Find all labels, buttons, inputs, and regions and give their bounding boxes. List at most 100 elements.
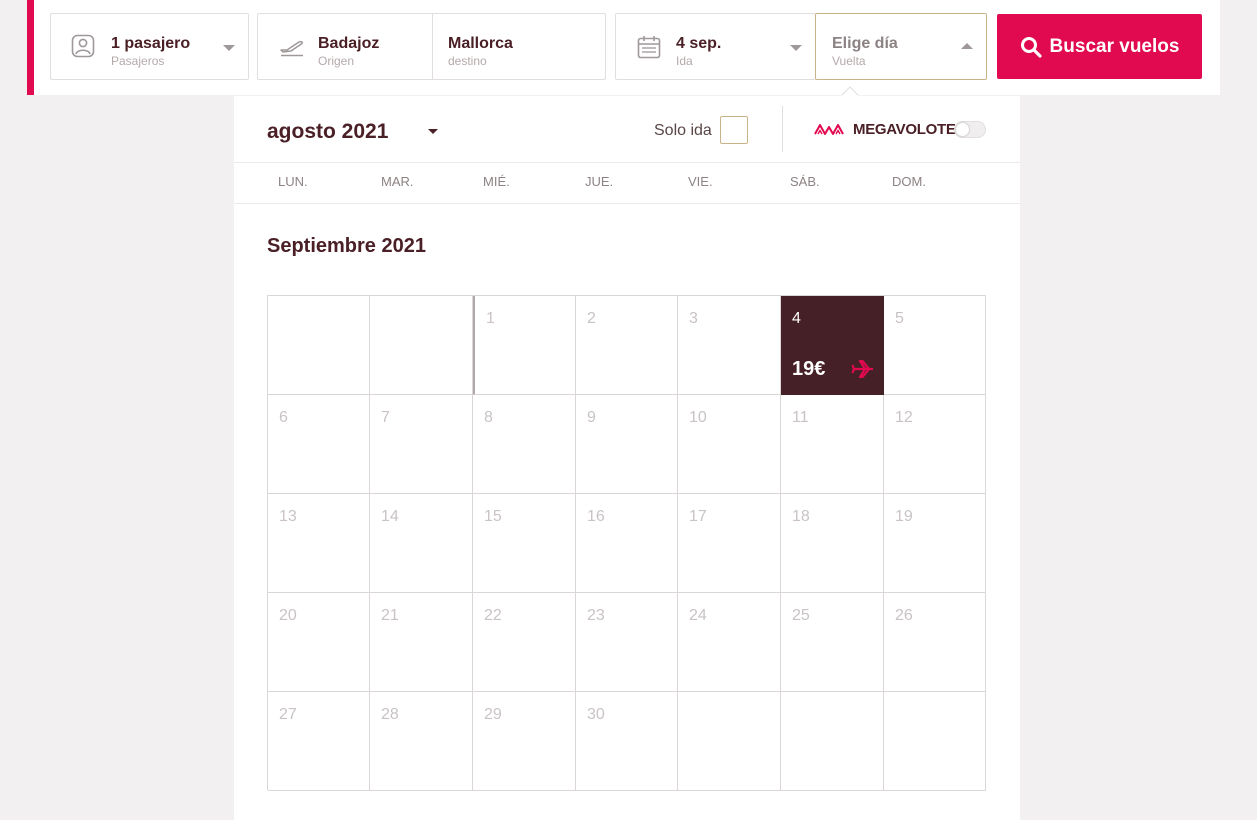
calendar-day-number: 27: [279, 706, 297, 723]
calendar-icon: [637, 36, 661, 59]
calendar-day-cell[interactable]: 5: [884, 296, 986, 395]
calendar-day-cell[interactable]: 29: [473, 692, 576, 791]
return-date-label: Vuelta: [832, 54, 866, 68]
calendar-day-number: 23: [587, 607, 605, 624]
calendar-day-number: 9: [587, 409, 596, 426]
calendar-day-cell[interactable]: 16: [576, 494, 678, 593]
calendar-day-number: 8: [484, 409, 493, 426]
calendar-day-cell[interactable]: 20: [268, 593, 370, 692]
calendar-day-cell[interactable]: 3: [678, 296, 781, 395]
calendar-day-cell[interactable]: 2: [576, 296, 678, 395]
month-select[interactable]: agosto 2021: [267, 120, 388, 144]
return-date-value: Elige día: [832, 35, 898, 52]
megavolotea-label: MEGAVOLOTEA: [853, 121, 967, 138]
outbound-date-label: Ida: [676, 54, 693, 68]
calendar-day-cell[interactable]: 26: [884, 593, 986, 692]
calendar-day-cell[interactable]: 18: [781, 494, 884, 593]
weekday-header: LUN. MAR. MIÉ. JUE. VIE. SÁB. DOM.: [234, 163, 1020, 204]
calendar-day-cell[interactable]: 24: [678, 593, 781, 692]
calendar-day-cell[interactable]: 15: [473, 494, 576, 593]
calendar-day-cell[interactable]: 9: [576, 395, 678, 494]
calendar-day-number: 13: [279, 508, 297, 525]
passengers-label: Pasajeros: [111, 54, 165, 68]
calendar-grid: 1 2 3 4 19€ 5 6 7 8 9 10 11 12 13 14 15 16 17 18 19 20 21 22 23…: [267, 295, 986, 791]
calendar-day-cell[interactable]: 7: [370, 395, 473, 494]
calendar-day-number: 10: [689, 409, 707, 426]
calendar-empty-cell: [884, 692, 986, 791]
calendar-empty-cell: [678, 692, 781, 791]
calendar-day-number: 25: [792, 607, 810, 624]
calendar-day-number: 14: [381, 508, 399, 525]
megavolotea-logo: [814, 124, 844, 135]
month-title: Septiembre 2021: [267, 235, 426, 257]
calendar-day-number: 6: [279, 409, 288, 426]
weekday-label: SÁB.: [790, 174, 820, 189]
weekday-label: JUE.: [585, 174, 614, 189]
calendar-day-cell[interactable]: 22: [473, 593, 576, 692]
outbound-date-value: 4 sep.: [676, 35, 722, 52]
calendar-day-number: 15: [484, 508, 502, 525]
passengers-value: 1 pasajero: [111, 35, 191, 52]
calendar-day-cell[interactable]: 1: [473, 296, 576, 395]
megavolotea-toggle[interactable]: [954, 121, 986, 138]
outbound-date-field[interactable]: 4 sep. Ida: [615, 13, 816, 80]
calendar-day-cell[interactable]: 30: [576, 692, 678, 791]
search-icon: [1020, 36, 1042, 58]
calendar-day-cell[interactable]: 17: [678, 494, 781, 593]
calendar-day-number: 18: [792, 508, 810, 525]
calendar-day-cell[interactable]: 11: [781, 395, 884, 494]
calendar-empty-cell: [268, 296, 370, 395]
calendar-day-number: 7: [381, 409, 390, 426]
person-icon: [71, 34, 95, 58]
calendar-day-cell[interactable]: 21: [370, 593, 473, 692]
solo-ida-label: Solo ida: [654, 122, 712, 139]
chevron-down-icon[interactable]: [223, 45, 235, 51]
calendar-day-cell[interactable]: 19: [884, 494, 986, 593]
weekday-label: VIE.: [688, 174, 713, 189]
weekday-label: DOM.: [892, 174, 926, 189]
calendar-day-cell[interactable]: 10: [678, 395, 781, 494]
weekday-label: MAR.: [381, 174, 414, 189]
toggle-knob: [956, 123, 969, 136]
destination-value: Mallorca: [448, 35, 513, 52]
calendar-day-cell[interactable]: 8: [473, 395, 576, 494]
weekday-label: MIÉ.: [483, 174, 510, 189]
destination-field[interactable]: Mallorca destino: [433, 14, 605, 79]
calendar-day-cell[interactable]: 27: [268, 692, 370, 791]
calendar-day-number: 28: [381, 706, 399, 723]
calendar-day-number: 1: [486, 310, 495, 327]
calendar-day-cell[interactable]: 13: [268, 494, 370, 593]
return-date-field[interactable]: Elige día Vuelta: [815, 13, 987, 80]
calendar-day-cell[interactable]: 23: [576, 593, 678, 692]
calendar-day-cell[interactable]: 12: [884, 395, 986, 494]
calendar-day-number: 20: [279, 607, 297, 624]
solo-ida-checkbox[interactable]: [720, 116, 748, 144]
search-button[interactable]: Buscar vuelos: [997, 14, 1202, 79]
calendar-day-number: 11: [792, 409, 809, 426]
destination-label: destino: [448, 54, 487, 68]
calendar-panel: agosto 2021 Solo ida MEGAVOLOTEA LUN. MA…: [234, 96, 1020, 820]
calendar-day-number: 29: [484, 706, 502, 723]
calendar-day-number: 24: [689, 607, 707, 624]
calendar-day-cell[interactable]: 28: [370, 692, 473, 791]
calendar-day-number: 22: [484, 607, 502, 624]
origin-value: Badajoz: [318, 35, 380, 52]
calendar-day-number: 3: [689, 310, 698, 327]
calendar-empty-cell: [370, 296, 473, 395]
chevron-down-icon[interactable]: [428, 129, 438, 134]
calendar-day-number: 30: [587, 706, 605, 723]
calendar-day-number: 5: [895, 310, 904, 327]
origin-field[interactable]: Badajoz Origen: [258, 14, 432, 79]
calendar-day-number: 16: [587, 508, 605, 525]
calendar-day-cell[interactable]: 6: [268, 395, 370, 494]
calendar-empty-cell: [781, 692, 884, 791]
chevron-down-icon[interactable]: [790, 45, 802, 51]
search-button-label: Buscar vuelos: [1049, 35, 1180, 57]
passengers-field[interactable]: 1 pasajero Pasajeros: [50, 13, 249, 80]
calendar-day-number: 19: [895, 508, 913, 525]
calendar-day-cell[interactable]: 4 19€: [781, 296, 884, 395]
chevron-up-icon[interactable]: [961, 43, 973, 49]
calendar-day-cell[interactable]: 25: [781, 593, 884, 692]
calendar-day-number: 2: [587, 310, 596, 327]
calendar-day-cell[interactable]: 14: [370, 494, 473, 593]
